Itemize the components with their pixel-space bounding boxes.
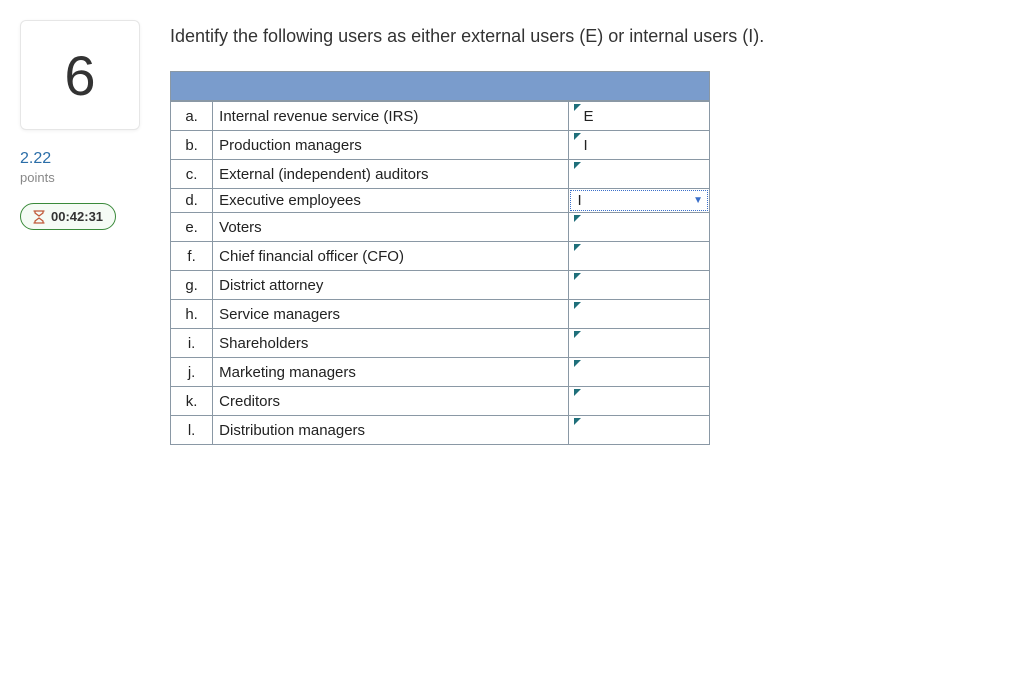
row-letter: h. xyxy=(171,300,213,329)
answer-cell[interactable] xyxy=(569,242,710,271)
table-row: j.Marketing managers xyxy=(171,358,710,387)
dropdown-indicator-icon xyxy=(574,418,581,425)
timer-pill: 00:42:31 xyxy=(20,203,116,230)
answer-dropdown-active[interactable]: I▼ xyxy=(570,190,708,211)
row-letter: f. xyxy=(171,242,213,271)
answer-dropdown[interactable] xyxy=(575,361,703,383)
dropdown-indicator-icon xyxy=(574,360,581,367)
answer-dropdown[interactable] xyxy=(575,274,703,296)
dropdown-indicator-icon xyxy=(574,273,581,280)
table-row: b.Production managers I xyxy=(171,131,710,160)
row-description: External (independent) auditors xyxy=(213,160,569,189)
row-letter: b. xyxy=(171,131,213,160)
answer-dropdown[interactable] xyxy=(575,216,703,238)
answer-cell[interactable]: E xyxy=(569,102,710,131)
row-description: Production managers xyxy=(213,131,569,160)
row-description: Internal revenue service (IRS) xyxy=(213,102,569,131)
table-row: g.District attorney xyxy=(171,271,710,300)
answer-grid: a.Internal revenue service (IRS) Eb.Produ… xyxy=(170,71,710,445)
dropdown-indicator-icon xyxy=(574,215,581,222)
user-table: a.Internal revenue service (IRS) Eb.Produ… xyxy=(170,101,710,445)
row-letter: d. xyxy=(171,189,213,213)
dropdown-indicator-icon xyxy=(574,133,581,140)
table-row: l.Distribution managers xyxy=(171,416,710,445)
row-letter: g. xyxy=(171,271,213,300)
row-description: Voters xyxy=(213,213,569,242)
row-description: District attorney xyxy=(213,271,569,300)
answer-cell[interactable] xyxy=(569,387,710,416)
answer-cell[interactable]: I xyxy=(569,131,710,160)
question-number-card: 6 xyxy=(20,20,140,130)
answer-dropdown[interactable] xyxy=(575,245,703,267)
answer-dropdown[interactable] xyxy=(575,163,703,185)
row-description: Executive employees xyxy=(213,189,569,213)
answer-cell[interactable] xyxy=(569,358,710,387)
dropdown-indicator-icon xyxy=(574,244,581,251)
answer-dropdown[interactable] xyxy=(575,390,703,412)
row-description: Service managers xyxy=(213,300,569,329)
answer-cell[interactable] xyxy=(569,300,710,329)
answer-cell[interactable] xyxy=(569,329,710,358)
chevron-down-icon: ▼ xyxy=(693,195,703,206)
row-description: Creditors xyxy=(213,387,569,416)
row-letter: j. xyxy=(171,358,213,387)
question-prompt: Identify the following users as either e… xyxy=(170,26,1004,47)
dropdown-indicator-icon xyxy=(574,389,581,396)
grid-header-bar xyxy=(170,71,710,101)
row-letter: l. xyxy=(171,416,213,445)
dropdown-indicator-icon xyxy=(574,302,581,309)
points-label: points xyxy=(20,170,140,185)
page-layout: 6 2.22 points 00:42:31 Identify the foll… xyxy=(20,20,1004,445)
answer-value: I xyxy=(577,192,581,209)
row-description: Marketing managers xyxy=(213,358,569,387)
table-row: h.Service managers xyxy=(171,300,710,329)
answer-dropdown[interactable]: E xyxy=(575,105,703,127)
dropdown-indicator-icon xyxy=(574,104,581,111)
table-row: i.Shareholders xyxy=(171,329,710,358)
answer-dropdown[interactable] xyxy=(575,303,703,325)
sidebar: 6 2.22 points 00:42:31 xyxy=(20,20,140,230)
row-description: Chief financial officer (CFO) xyxy=(213,242,569,271)
points-value: 2.22 xyxy=(20,150,140,168)
row-letter: e. xyxy=(171,213,213,242)
row-description: Distribution managers xyxy=(213,416,569,445)
row-letter: k. xyxy=(171,387,213,416)
answer-dropdown[interactable] xyxy=(575,419,703,441)
table-row: k.Creditors xyxy=(171,387,710,416)
dropdown-indicator-icon xyxy=(574,162,581,169)
table-row: f.Chief financial officer (CFO) xyxy=(171,242,710,271)
table-row: a.Internal revenue service (IRS) E xyxy=(171,102,710,131)
answer-dropdown[interactable]: I xyxy=(575,134,703,156)
table-row: c.External (independent) auditors xyxy=(171,160,710,189)
table-row: e.Voters xyxy=(171,213,710,242)
answer-cell[interactable] xyxy=(569,271,710,300)
dropdown-indicator-icon xyxy=(574,331,581,338)
answer-cell[interactable]: I▼ xyxy=(569,189,710,213)
answer-cell[interactable] xyxy=(569,213,710,242)
answer-dropdown[interactable] xyxy=(575,332,703,354)
row-letter: a. xyxy=(171,102,213,131)
answer-cell[interactable] xyxy=(569,160,710,189)
timer-text: 00:42:31 xyxy=(51,209,103,224)
hourglass-icon xyxy=(33,210,45,224)
row-letter: c. xyxy=(171,160,213,189)
row-letter: i. xyxy=(171,329,213,358)
row-description: Shareholders xyxy=(213,329,569,358)
question-number: 6 xyxy=(64,43,95,108)
main-content: Identify the following users as either e… xyxy=(170,20,1004,445)
table-row: d.Executive employeesI▼ xyxy=(171,189,710,213)
answer-cell[interactable] xyxy=(569,416,710,445)
